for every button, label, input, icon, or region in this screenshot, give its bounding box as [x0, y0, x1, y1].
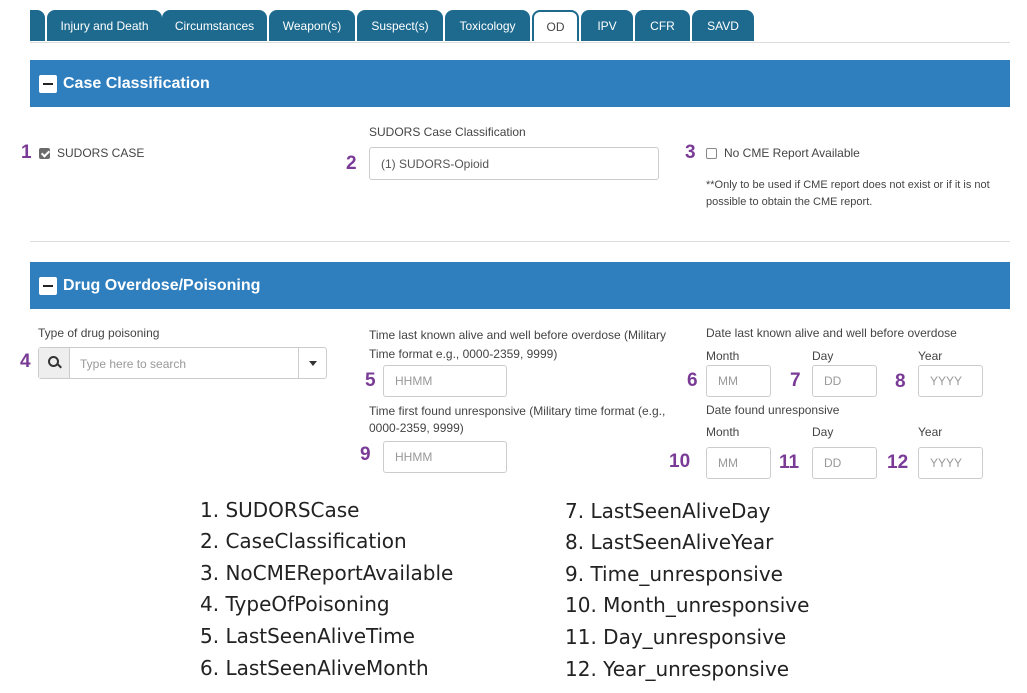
legend-item: 3. NoCMEReportAvailable	[200, 561, 454, 585]
alive-day-input[interactable]: DD	[812, 365, 877, 397]
chevron-down-icon[interactable]	[298, 348, 326, 378]
legend-item: 2. CaseClassification	[200, 529, 407, 553]
marker-9: 9	[360, 444, 371, 465]
date-found-label: Date found unresponsive	[706, 403, 840, 417]
sudors-case-checkbox[interactable]	[39, 148, 50, 159]
marker-3: 3	[685, 142, 696, 163]
found-day-input[interactable]: DD	[812, 447, 877, 479]
tab-injury-and-death[interactable]: Injury and Death	[47, 10, 162, 41]
tab-circumstances[interactable]: Circumstances	[162, 10, 267, 41]
legend-item: 5. LastSeenAliveTime	[200, 624, 415, 648]
month-label: Month	[706, 349, 740, 363]
marker-4: 4	[20, 351, 31, 372]
marker-12: 12	[887, 452, 909, 473]
legend-item: 11. Day_unresponsive	[565, 625, 787, 649]
found-year-input[interactable]: YYYY	[918, 447, 983, 479]
year-label: Year	[918, 425, 943, 439]
tab-ipv[interactable]: IPV	[581, 10, 633, 41]
legend-item: 7. LastSeenAliveDay	[565, 499, 771, 523]
marker-6: 6	[687, 370, 698, 391]
collapse-icon[interactable]	[39, 74, 57, 93]
marker-11: 11	[779, 452, 800, 473]
section-title: Drug Overdose/Poisoning	[63, 276, 261, 294]
section-title: Case Classification	[63, 74, 210, 92]
drug-overdose-header[interactable]: Drug Overdose/Poisoning	[30, 262, 1010, 309]
time-found-label: Time first found unresponsive (Military …	[369, 404, 666, 435]
tab-od[interactable]: OD	[532, 10, 579, 41]
tab-suspects[interactable]: Suspect(s)	[357, 10, 443, 41]
search-input[interactable]: Type here to search	[80, 357, 186, 371]
type-of-poisoning-label: Type of drug poisoning	[38, 326, 160, 340]
marker-7: 7	[790, 370, 801, 391]
section-divider	[30, 241, 1010, 242]
found-month-input[interactable]: MM	[706, 447, 771, 479]
day-label: Day	[812, 349, 834, 363]
tab-strip: Injury and Death Circumstances Weapon(s)…	[30, 10, 1010, 43]
type-of-poisoning-search[interactable]: Type here to search	[38, 347, 327, 379]
marker-2: 2	[346, 153, 357, 174]
time-alive-label: Time last known alive and well before ov…	[369, 328, 667, 361]
marker-10: 10	[669, 451, 691, 472]
legend-item: 6. LastSeenAliveMonth	[200, 656, 429, 680]
marker-5: 5	[365, 370, 376, 391]
year-label: Year	[918, 349, 943, 363]
tab-cfr[interactable]: CFR	[635, 10, 690, 41]
date-alive-label: Date last known alive and well before ov…	[706, 326, 957, 340]
tab-previous-edge[interactable]	[30, 10, 45, 41]
marker-1: 1	[21, 142, 32, 163]
tab-weapons[interactable]: Weapon(s)	[269, 10, 355, 41]
collapse-icon[interactable]	[39, 276, 57, 295]
tab-toxicology[interactable]: Toxicology	[445, 10, 530, 41]
legend-item: 9. Time_unresponsive	[565, 562, 783, 586]
alive-month-input[interactable]: MM	[706, 365, 771, 397]
marker-8: 8	[895, 371, 906, 392]
sudors-case-label: SUDORS CASE	[57, 146, 145, 160]
day-label: Day	[812, 425, 834, 439]
time-found-input[interactable]: HHMM	[383, 441, 507, 473]
classification-label: SUDORS Case Classification	[369, 125, 526, 139]
search-icon	[39, 348, 70, 378]
legend-item: 12. Year_unresponsive	[565, 657, 790, 681]
no-cme-note: **Only to be used if CME report does not…	[706, 179, 990, 208]
no-cme-label: No CME Report Available	[724, 146, 860, 160]
legend-item: 8. LastSeenAliveYear	[565, 530, 774, 554]
month-label: Month	[706, 425, 740, 439]
legend-item: 10. Month_unresponsive	[565, 593, 810, 617]
no-cme-checkbox[interactable]	[706, 148, 717, 159]
tab-savd[interactable]: SAVD	[692, 10, 754, 41]
legend-item: 4. TypeOfPoisoning	[200, 592, 390, 616]
time-alive-input[interactable]: HHMM	[383, 365, 507, 397]
case-classification-select[interactable]: (1) SUDORS-Opioid	[369, 147, 659, 180]
alive-year-input[interactable]: YYYY	[918, 365, 983, 397]
legend-item: 1. SUDORSCase	[200, 498, 360, 522]
case-classification-header[interactable]: Case Classification	[30, 60, 1010, 107]
